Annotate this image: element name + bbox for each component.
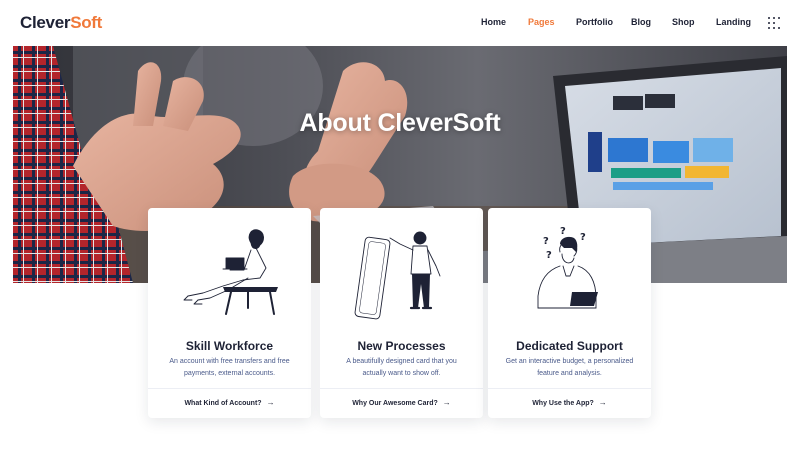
card-description: Get an interactive budget, a personalize… bbox=[505, 358, 634, 377]
card-description: A beautifully designed card that you act… bbox=[346, 358, 457, 377]
card-link-label: Why Our Awesome Card? bbox=[352, 400, 438, 407]
card-description: An account with free transfers and free … bbox=[169, 358, 290, 377]
card-link-use-app[interactable]: Why Use the App? → bbox=[488, 398, 651, 407]
card-link-label: Why Use the App? bbox=[532, 400, 594, 407]
card-title: Skill Workforce bbox=[185, 339, 274, 353]
site-header: CleverSoft Home Pages Portfolio Blog Sho… bbox=[0, 0, 800, 46]
svg-text:?: ? bbox=[580, 232, 586, 243]
arrow-right-icon: → bbox=[442, 398, 451, 407]
arrow-right-icon: → bbox=[266, 398, 275, 407]
svg-text:?: ? bbox=[543, 236, 549, 247]
nav-item-landing[interactable]: Landing bbox=[716, 17, 751, 27]
card-divider bbox=[488, 388, 651, 389]
card-link-account[interactable]: What Kind of Account? → bbox=[148, 398, 311, 407]
hero-title: About CleverSoft bbox=[299, 109, 501, 137]
card-divider bbox=[148, 388, 311, 389]
nav-item-portfolio[interactable]: Portfolio bbox=[576, 17, 613, 27]
arrow-right-icon: → bbox=[598, 398, 607, 407]
nav-item-shop[interactable]: Shop bbox=[672, 17, 695, 27]
nav-item-pages[interactable]: Pages bbox=[528, 17, 555, 27]
feature-card-skill-workforce: Skill Workforce An account with free tra… bbox=[148, 208, 311, 418]
nav-item-blog[interactable]: Blog bbox=[631, 17, 651, 27]
card-title: Dedicated Support bbox=[516, 339, 623, 353]
card-divider bbox=[320, 388, 483, 389]
main-nav: Home Pages Portfolio Blog Shop Landing bbox=[0, 17, 800, 31]
feature-card-new-processes: New Processes A beautifully designed car… bbox=[320, 208, 483, 418]
card-link-label: What Kind of Account? bbox=[184, 400, 262, 407]
woman-laptop-illustration bbox=[183, 229, 278, 315]
card-link-awesome-card[interactable]: Why Our Awesome Card? → bbox=[320, 398, 483, 407]
grid-dots-icon[interactable] bbox=[768, 17, 780, 29]
svg-text:?: ? bbox=[560, 226, 566, 237]
feature-card-dedicated-support: ? ? ? ? Dedicated Support Get an interac… bbox=[488, 208, 651, 418]
card-title: New Processes bbox=[357, 339, 446, 353]
nav-item-home[interactable]: Home bbox=[481, 17, 506, 27]
person-questions-illustration: ? ? ? ? bbox=[537, 226, 598, 309]
svg-text:?: ? bbox=[546, 250, 552, 261]
man-leaning-phone-illustration bbox=[354, 231, 441, 320]
